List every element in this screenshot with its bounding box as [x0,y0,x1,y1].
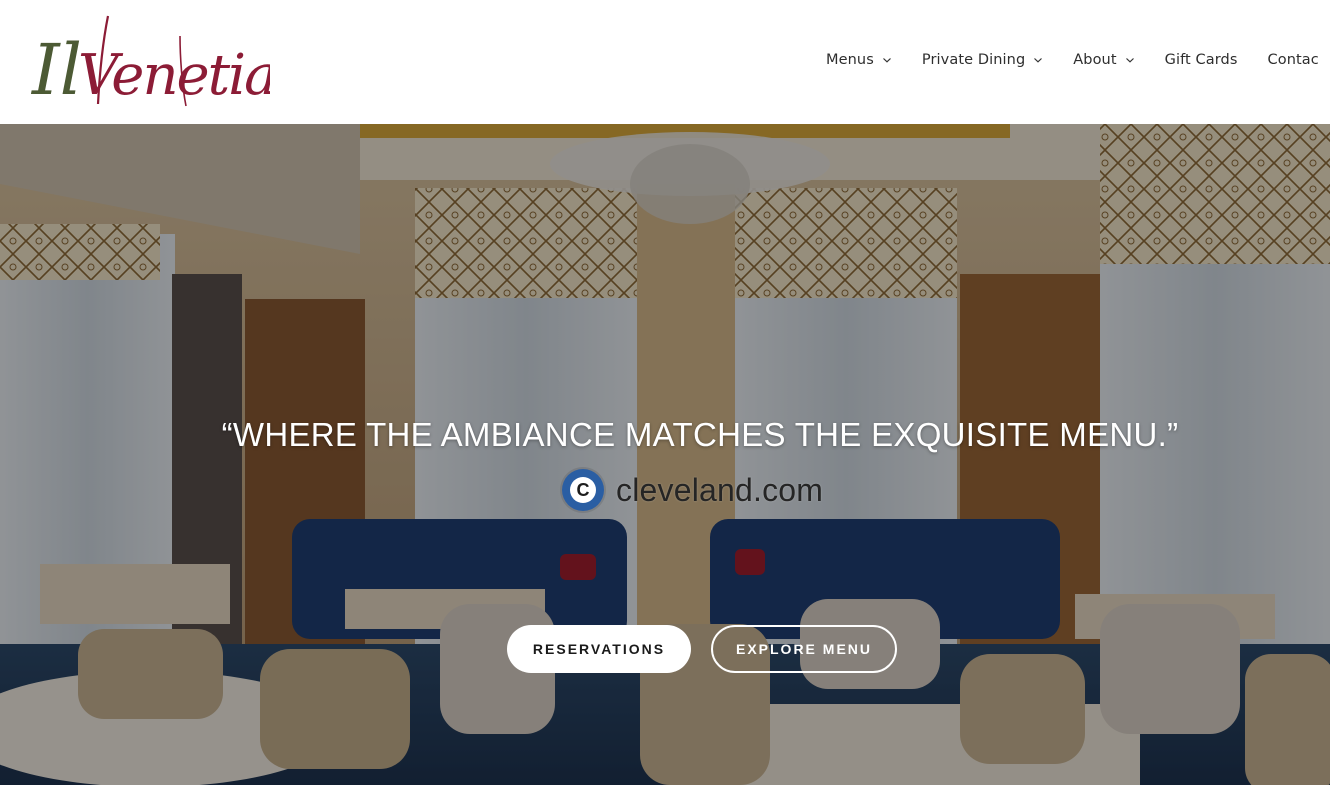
site-header: Il Venetian Menus Private Dining About G [0,0,1330,124]
chevron-down-icon [1034,58,1043,63]
hero-section: “WHERE THE AMBIANCE MATCHES THE EXQUISIT… [0,124,1330,785]
nav-label-private-dining: Private Dining [921,52,1026,68]
reservations-button[interactable]: RESERVATIONS [507,625,691,673]
nav-label-contact: Contac [1267,52,1319,68]
chevron-down-icon [1125,58,1134,63]
nav-label-menus: Menus [826,52,874,68]
nav-item-private-dining[interactable]: Private Dining [922,52,1043,68]
quote-source: C cleveland.com [562,469,823,511]
logo-mark: Il Venetian [30,15,270,111]
nav-item-gift-cards[interactable]: Gift Cards [1165,52,1238,68]
cleveland-logo-icon: C [562,469,604,511]
nav-item-about[interactable]: About [1073,52,1134,68]
site-logo[interactable]: Il Venetian [30,6,270,116]
source-name: cleveland.com [616,471,824,508]
source-badge-letter: C [570,477,596,503]
explore-menu-button[interactable]: EXPLORE MENU [711,625,897,673]
nav-item-contact[interactable]: Contac [1268,52,1319,68]
logo-text-il: Il [30,29,82,111]
chevron-down-icon [882,58,891,63]
logo-text-venetian: Venetian [78,43,270,108]
main-navigation: Menus Private Dining About Gift Cards Co… [826,49,1319,71]
hero-dark-overlay [0,124,1330,785]
nav-label-gift-cards: Gift Cards [1164,52,1238,68]
nav-label-about: About [1073,52,1117,68]
hero-quote: “WHERE THE AMBIANCE MATCHES THE EXQUISIT… [221,416,1179,453]
nav-item-menus[interactable]: Menus [826,52,892,68]
